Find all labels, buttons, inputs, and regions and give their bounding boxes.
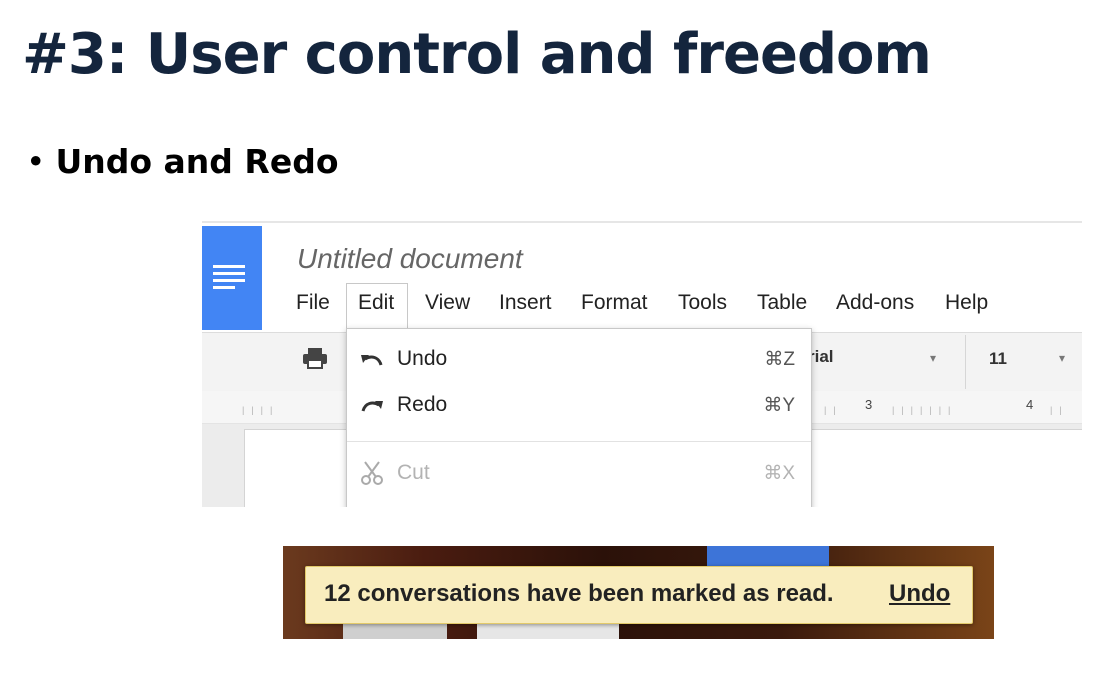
notification-message: 12 conversations have been marked as rea… bbox=[324, 580, 834, 607]
google-docs-screenshot: Untitled document rial ▾ 11 ▾ |||| || 3 … bbox=[202, 221, 1082, 507]
undo-link[interactable]: Undo bbox=[889, 580, 950, 608]
bullet-marker: • bbox=[26, 142, 46, 181]
shortcut-label: ⌘Z bbox=[764, 349, 795, 370]
toolbar-divider bbox=[965, 335, 966, 389]
undo-icon bbox=[361, 355, 383, 366]
undo-notification-bar: 12 conversations have been marked as rea… bbox=[305, 566, 973, 624]
menu-help[interactable]: Help bbox=[945, 291, 988, 315]
menu-item-undo[interactable]: Undo ⌘Z bbox=[347, 338, 811, 382]
ruler-ticks: |||| bbox=[242, 405, 280, 415]
shortcut-label: ⌘X bbox=[763, 463, 795, 484]
bullet-point: • Undo and Redo bbox=[26, 142, 339, 181]
redo-icon bbox=[361, 401, 383, 412]
menu-item-label: Cut bbox=[397, 461, 430, 484]
scissors-icon bbox=[361, 461, 383, 485]
font-dropdown-caret-icon[interactable]: ▾ bbox=[930, 351, 936, 365]
menu-item-cut[interactable]: Cut ⌘X bbox=[347, 452, 811, 496]
menu-item-redo[interactable]: Redo ⌘Y bbox=[347, 384, 811, 428]
bullet-text: Undo and Redo bbox=[55, 142, 339, 181]
ruler-ticks: || bbox=[824, 405, 843, 415]
menu-table[interactable]: Table bbox=[757, 291, 807, 315]
edit-dropdown-menu: Undo ⌘Z Redo ⌘Y Cut ⌘X bbox=[346, 328, 812, 507]
ruler-mark-4: 4 bbox=[1026, 397, 1034, 412]
docs-logo-icon[interactable] bbox=[202, 226, 262, 330]
print-icon[interactable] bbox=[302, 347, 328, 369]
menu-item-label: Undo bbox=[397, 347, 448, 370]
gmail-screenshot: 12 conversations have been marked as rea… bbox=[283, 546, 994, 639]
ruler-ticks: ||||||| bbox=[892, 405, 958, 415]
menu-item-label: Redo bbox=[397, 393, 448, 416]
menu-format[interactable]: Format bbox=[581, 291, 648, 315]
shortcut-label: ⌘Y bbox=[763, 395, 795, 416]
ruler-mark-3: 3 bbox=[865, 397, 873, 412]
ruler-ticks: || bbox=[1050, 405, 1069, 415]
font-size-caret-icon[interactable]: ▾ bbox=[1059, 351, 1065, 365]
menu-divider bbox=[347, 441, 811, 442]
font-size-select[interactable]: 11 bbox=[989, 349, 1007, 369]
document-title[interactable]: Untitled document bbox=[297, 243, 523, 275]
gmail-toolbar-button[interactable] bbox=[707, 546, 829, 568]
slide-title: #3: User control and freedom bbox=[22, 22, 932, 87]
menu-add-ons[interactable]: Add-ons bbox=[836, 291, 914, 315]
menu-view[interactable]: View bbox=[425, 291, 470, 315]
menu-edit[interactable]: Edit bbox=[358, 291, 394, 315]
menu-file[interactable]: File bbox=[296, 291, 330, 315]
menu-tools[interactable]: Tools bbox=[678, 291, 727, 315]
menu-insert[interactable]: Insert bbox=[499, 291, 552, 315]
